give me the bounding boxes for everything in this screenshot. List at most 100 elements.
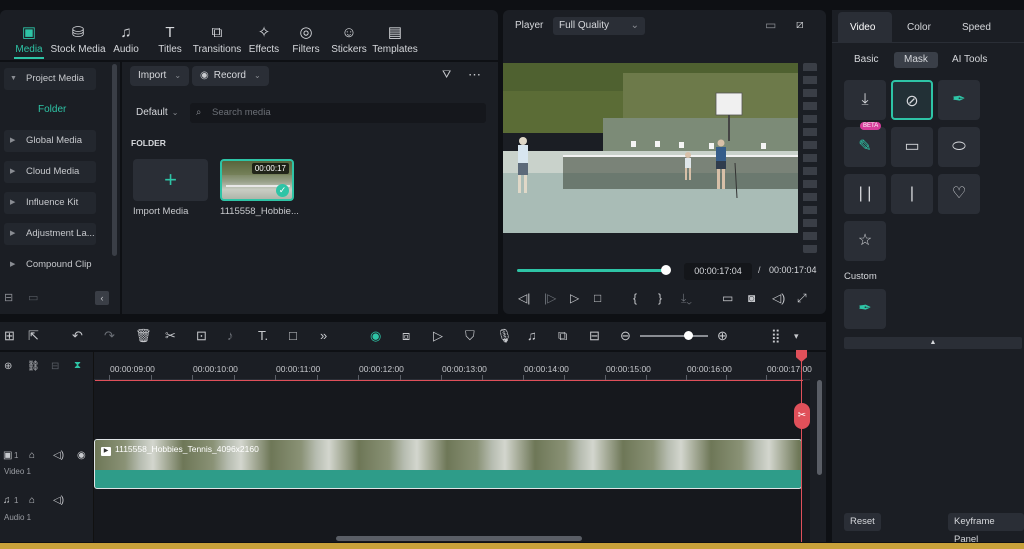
zoom-in-icon[interactable]: ⊕ xyxy=(717,328,728,344)
fit-width-icon[interactable]: ⊟ xyxy=(589,328,600,344)
playhead-line[interactable] xyxy=(801,352,802,542)
zoom-slider-track[interactable] xyxy=(640,335,708,337)
mark-out-icon[interactable]: } xyxy=(658,291,662,305)
playback-scrub-handle[interactable] xyxy=(661,265,671,275)
ai-assistant-icon[interactable]: ◉ xyxy=(370,328,381,344)
zoom-out-icon[interactable]: ⊖ xyxy=(620,328,631,344)
sidebar-item-adjustment-layer[interactable]: ▶ Adjustment La... xyxy=(4,223,96,245)
new-folder-icon[interactable]: ⊟ xyxy=(4,291,13,304)
collapse-sidebar-icon[interactable]: ‹ xyxy=(95,291,109,305)
heart-mask-icon[interactable]: ♡ xyxy=(938,174,980,214)
star-mask-icon[interactable]: ☆ xyxy=(844,221,886,261)
subtab-mask[interactable]: Mask xyxy=(894,52,938,68)
media-library: Import ⌄ ◉ Record ⌄ ⛛ ⋯ Default ⌄ ⌕ Search m… xyxy=(122,62,498,314)
audio-stretch-icon[interactable]: ♪ xyxy=(227,328,234,344)
audio-list-icon[interactable]: ♫ xyxy=(527,328,537,344)
subtab-ai-tools[interactable]: AI Tools xyxy=(942,52,997,68)
play-render-icon[interactable]: ▷ xyxy=(433,328,443,344)
subtab-basic[interactable]: Basic xyxy=(844,52,888,68)
video-clip[interactable]: ▶ 1115558_Hobbies_Tennis_4096x2160 xyxy=(94,439,802,489)
zoom-slider-handle[interactable] xyxy=(684,331,693,340)
more-tools-icon[interactable]: » xyxy=(320,328,327,344)
select-tool-icon[interactable]: ⇱ xyxy=(28,328,39,344)
fullscreen-icon[interactable]: ⤢ xyxy=(797,291,807,306)
time-ruler[interactable]: 00:00:09:00 00:00:10:00 00:00:11:00 00:0… xyxy=(94,352,812,380)
microphone-icon[interactable]: 🎙 xyxy=(496,328,513,344)
sort-dropdown[interactable]: Default ⌄ xyxy=(130,103,184,123)
shield-icon[interactable]: ⛉ xyxy=(465,328,475,344)
speaker-icon[interactable]: ◁) xyxy=(53,450,64,461)
stop-icon[interactable]: □ xyxy=(594,291,601,305)
volume-icon[interactable]: ◁) xyxy=(772,291,785,305)
import-mask-icon[interactable]: ⤓ xyxy=(844,80,886,120)
ai-tool-icon[interactable]: ⧈ xyxy=(402,328,410,344)
keyframe-panel-button[interactable]: Keyframe Panel xyxy=(948,513,1024,545)
sidebar-item-cloud-media[interactable]: ▶ Cloud Media xyxy=(4,161,96,183)
media-clip-thumbnail[interactable]: 00:00:17 ✓ xyxy=(220,159,294,201)
snap-icon[interactable]: ⧗ xyxy=(74,360,81,371)
chevron-down-icon[interactable]: ▾ xyxy=(794,328,799,344)
shape-tool-icon[interactable]: □ xyxy=(289,328,297,344)
add-track-icon[interactable]: ⊕ xyxy=(4,361,12,372)
scissors-icon[interactable]: ✂ xyxy=(794,403,810,429)
text-tool-icon[interactable]: T. xyxy=(258,328,268,344)
tab-speed[interactable]: Speed xyxy=(962,22,991,33)
sidebar-item-project-media[interactable]: ▼ Project Media xyxy=(4,68,96,90)
folder-icon[interactable]: ▭ xyxy=(28,291,38,304)
custom-pen-mask-icon[interactable]: ✒ xyxy=(844,289,886,329)
record-dropdown[interactable]: ◉ Record ⌄ xyxy=(192,66,269,86)
waveform-chart-icon[interactable]: ⧄ xyxy=(796,17,804,32)
timeline-vertical-scrollbar[interactable] xyxy=(817,380,822,475)
monitor-icon[interactable]: ▭ xyxy=(722,291,733,305)
tab-templates[interactable]: ▤ Templates xyxy=(366,24,424,55)
layout-grid-icon[interactable]: ⊞ xyxy=(4,328,15,344)
sidebar-item-global-media[interactable]: ▶ Global Media xyxy=(4,130,96,152)
quality-dropdown[interactable]: Full Quality ⌄ xyxy=(553,17,645,35)
lock-icon[interactable]: ⌂ xyxy=(29,450,35,461)
no-mask-icon[interactable]: ⊘ xyxy=(891,80,933,120)
cut-icon[interactable]: ✂ xyxy=(165,328,176,344)
reset-button[interactable]: Reset xyxy=(844,513,881,531)
sidebar-scrollbar[interactable] xyxy=(112,64,117,256)
sidebar-item-compound-clip[interactable]: ▶ Compound Clip xyxy=(4,254,96,276)
crop-icon[interactable]: ⊡ xyxy=(196,328,207,344)
timeline-tracks[interactable]: ▶ 1115558_Hobbies_Tennis_4096x2160 xyxy=(94,381,810,542)
more-options-icon[interactable]: ⋯ xyxy=(468,67,481,83)
undo-icon[interactable]: ↶ xyxy=(72,328,83,344)
lock-icon[interactable]: ⌂ xyxy=(29,495,35,506)
single-line-mask-icon[interactable]: | xyxy=(891,174,933,214)
speaker-icon[interactable]: ◁) xyxy=(53,495,64,506)
import-dropdown[interactable]: Import ⌄ xyxy=(130,66,190,86)
tab-video[interactable]: Video xyxy=(850,22,875,33)
pen-mask-icon[interactable]: ✒ xyxy=(938,80,980,120)
clip-replace-icon[interactable]: ⧉ xyxy=(558,328,567,344)
mark-in-icon[interactable]: { xyxy=(633,291,637,305)
eye-icon[interactable]: ◉ xyxy=(77,450,86,461)
grid-view-icon[interactable]: ⣿ xyxy=(771,328,781,344)
snapshot-icon[interactable]: ◙ xyxy=(748,291,755,305)
sidebar-item-influence-kit[interactable]: ▶ Influence Kit xyxy=(4,192,96,214)
delete-icon[interactable]: 🗑 xyxy=(135,328,152,344)
compare-view-icon[interactable]: ▭ xyxy=(765,18,776,32)
ellipse-mask-icon[interactable]: ⬭ xyxy=(938,127,980,167)
rectangle-mask-icon[interactable]: ▭ xyxy=(891,127,933,167)
track-manage-icon[interactable]: ⊟ xyxy=(51,361,59,372)
play-frame-icon[interactable]: |▷ xyxy=(544,291,556,305)
previous-frame-icon[interactable]: ◁| xyxy=(518,291,530,305)
play-icon[interactable]: ▷ xyxy=(570,291,579,305)
brush-mask-icon[interactable]: ✎ xyxy=(844,127,886,167)
tab-color[interactable]: Color xyxy=(907,22,931,33)
import-media-tile[interactable]: + xyxy=(133,159,208,201)
double-line-mask-icon[interactable]: | | xyxy=(844,174,886,214)
insert-icon[interactable]: ⤓⌄ xyxy=(681,291,692,306)
timeline-horizontal-scrollbar[interactable] xyxy=(336,536,582,541)
redo-icon[interactable]: ↷ xyxy=(104,328,115,344)
video-preview[interactable] xyxy=(503,63,798,233)
filter-icon[interactable]: ⛛ xyxy=(442,69,451,82)
playback-progress-bar[interactable] xyxy=(517,269,667,272)
link-icon[interactable]: ⛓ xyxy=(27,361,40,372)
collapse-arrow-icon[interactable]: ▲ xyxy=(844,337,1022,349)
search-input[interactable]: ⌕ Search media xyxy=(190,103,486,123)
sidebar-item-folder[interactable]: Folder xyxy=(38,104,66,115)
audio-track-label: Audio 1 xyxy=(4,513,32,522)
